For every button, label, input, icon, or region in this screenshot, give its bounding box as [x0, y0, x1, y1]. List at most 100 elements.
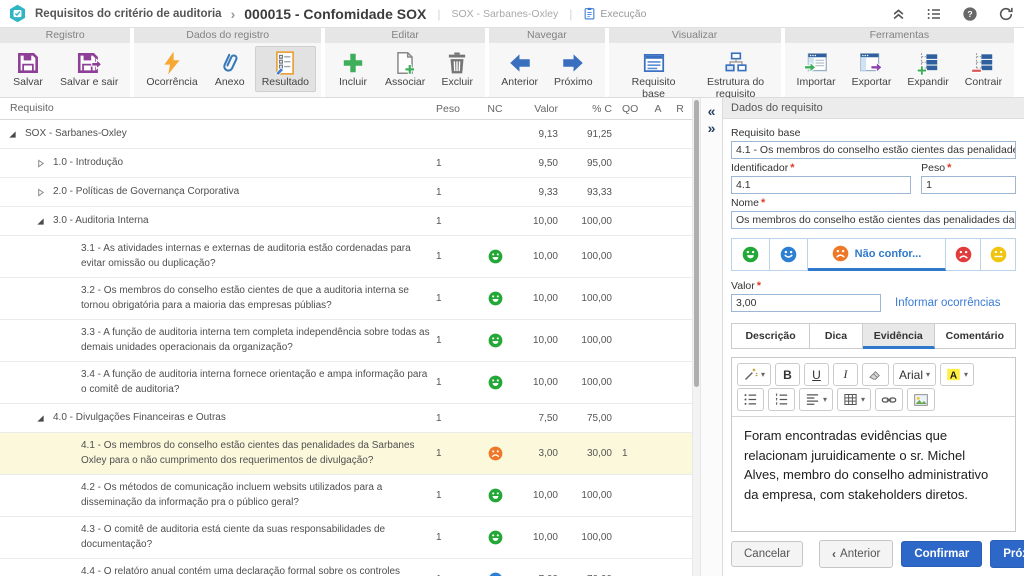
link-icon — [881, 392, 897, 408]
ribbon-button-exportar[interactable]: Exportar — [845, 46, 899, 92]
collapse-ribbon-icon[interactable] — [891, 6, 906, 21]
table-row[interactable]: 4.1 - Os membros do conselho estão cient… — [0, 433, 692, 475]
column-percent-c[interactable]: % C — [558, 103, 612, 115]
tree-collapse-icon[interactable] — [36, 414, 45, 423]
table-row[interactable]: 3.3 - A função de auditoria interna tem … — [0, 320, 692, 362]
ribbon-button-expandir[interactable]: Expandir — [900, 46, 955, 92]
informar-ocorrencias-link[interactable]: Informar ocorrências — [895, 297, 1000, 309]
table-button[interactable]: ▾ — [837, 388, 871, 411]
required-asterisk-icon: * — [757, 280, 761, 292]
tree-expand-icon[interactable] — [36, 188, 45, 197]
conformity-sad-option[interactable] — [946, 238, 981, 271]
ribbon-button-excluir[interactable]: Excluir — [434, 46, 480, 92]
conformity-neutral-option[interactable] — [981, 238, 1016, 271]
qo-value: 1 — [612, 448, 648, 459]
underline-button[interactable]: U — [804, 363, 829, 386]
table-row[interactable]: 1.0 - Introdução19,5095,00 — [0, 149, 692, 178]
previous-button[interactable]: ‹Anterior — [819, 540, 893, 568]
font-color-button[interactable]: A▾ — [940, 363, 974, 386]
tree-collapse-icon[interactable] — [8, 130, 17, 139]
image-button[interactable] — [907, 388, 935, 411]
identificador-field[interactable]: 4.1 — [731, 176, 911, 194]
eraser-button[interactable] — [862, 363, 889, 386]
bold-button[interactable]: B — [775, 363, 800, 386]
italic-button[interactable]: I — [833, 363, 858, 386]
percent-c-value: 93,33 — [558, 187, 612, 198]
tab-dica[interactable]: Dica — [810, 323, 863, 349]
column-qo[interactable]: QO — [612, 103, 648, 115]
table-row[interactable]: 3.4 - A função de auditoria interna forn… — [0, 362, 692, 404]
table-row[interactable]: 4.0 - Divulgações Financeiras e Outras17… — [0, 404, 692, 433]
peso-field[interactable]: 1 — [921, 176, 1016, 194]
tab-comentario[interactable]: Comentário — [935, 323, 1016, 349]
bullet-list-button[interactable] — [737, 388, 764, 411]
column-requisito[interactable]: Requisito — [0, 101, 436, 116]
table-row[interactable]: 4.4 - O relatóro anual contém uma declar… — [0, 559, 692, 576]
ribbon-button-anterior[interactable]: Anterior — [494, 46, 545, 92]
link-button[interactable] — [875, 388, 903, 411]
conformity-nonconform-option[interactable]: Não confor... — [808, 238, 946, 271]
magic-wand-button[interactable]: ▾ — [737, 363, 771, 386]
table-row[interactable]: SOX - Sarbanes-Oxley9,1391,25 — [0, 120, 692, 149]
collapse-panel-icon[interactable]: « — [708, 104, 716, 119]
refresh-icon[interactable] — [998, 6, 1014, 22]
confirm-button[interactable]: Confirmar — [901, 541, 982, 567]
table-row[interactable]: 3.2 - Os membros do conselho estão cient… — [0, 278, 692, 320]
peso-value: 1 — [436, 158, 478, 169]
ribbon-button-ocorrencia[interactable]: Ocorrência — [139, 46, 204, 92]
ribbon-group-label: Navegar — [489, 28, 604, 43]
ribbon-button-label: Ocorrência — [146, 77, 197, 89]
table-row[interactable]: 4.3 - O comitê de auditoria está ciente … — [0, 517, 692, 559]
ribbon-button-anexo[interactable]: Anexo — [207, 46, 253, 92]
table-row[interactable]: 4.2 - Os métodos de comunicação incluem … — [0, 475, 692, 517]
next-button[interactable]: Próximo› — [990, 540, 1024, 568]
numbered-list-button[interactable] — [768, 388, 795, 411]
table-row[interactable]: 2.0 - Políticas de Governança Corporativ… — [0, 178, 692, 207]
requisito-base-field[interactable]: 4.1 - Os membros do conselho estão cient… — [731, 141, 1016, 159]
ribbon-button-contrair[interactable]: Contrair — [958, 46, 1009, 92]
evidence-text[interactable]: Foram encontradas evidências que relacio… — [732, 417, 1015, 531]
ribbon-button-proximo[interactable]: Próximo — [547, 46, 600, 92]
conformity-smile-option[interactable] — [770, 238, 808, 271]
tab-evidencia[interactable]: Evidência — [863, 323, 935, 349]
ribbon-group-dados-do-registro: Dados do registroOcorrênciaAnexoResultad… — [134, 28, 321, 97]
ribbon-button-estrutura-do-requisito[interactable]: Estrutura do requisito — [696, 46, 776, 104]
align-button[interactable]: ▾ — [799, 388, 833, 411]
ribbon-button-importar[interactable]: Importar — [790, 46, 843, 92]
tree-collapse-icon[interactable] — [36, 217, 45, 226]
expand-panel-icon[interactable]: » — [708, 121, 716, 136]
vertical-scrollbar[interactable] — [692, 98, 700, 576]
valor-field[interactable]: 3,00 — [731, 294, 881, 312]
column-r[interactable]: R — [668, 103, 692, 115]
nome-field[interactable]: Os membros do conselho estão cientes das… — [731, 211, 1016, 229]
column-a[interactable]: A — [648, 103, 668, 115]
tab-descricao[interactable]: Descrição — [731, 323, 810, 349]
help-icon[interactable]: ? — [962, 6, 978, 22]
column-valor[interactable]: Valor — [512, 103, 558, 115]
ribbon-button-requisito-base[interactable]: Requisito base — [614, 46, 694, 104]
cancel-button[interactable]: Cancelar — [731, 541, 803, 567]
table-row[interactable]: 3.0 - Auditoria Interna110,00100,00 — [0, 207, 692, 236]
tree-expand-icon[interactable] — [36, 159, 45, 168]
ribbon-button-associar[interactable]: Associar — [378, 46, 432, 92]
table-row[interactable]: 3.1 - As atividades internas e externas … — [0, 236, 692, 278]
scrollbar-thumb[interactable] — [694, 100, 699, 387]
list-icon[interactable] — [926, 6, 942, 22]
breadcrumb[interactable]: Requisitos do critério de auditoria — [35, 8, 222, 20]
ribbon-toolbar: RegistroSalvarSalvar e sairDados do regi… — [0, 28, 1024, 98]
chevron-down-icon: ▾ — [823, 395, 827, 404]
font-family-select[interactable]: Arial▾ — [893, 363, 936, 386]
chevron-down-icon: ▾ — [964, 370, 968, 379]
conformity-grin-option[interactable] — [731, 238, 770, 271]
ribbon-button-resultado[interactable]: Resultado — [255, 46, 316, 92]
mode-label: Execução — [600, 8, 646, 20]
column-nc[interactable]: NC — [478, 103, 512, 115]
conformity-options: Não confor... — [731, 238, 1016, 271]
app-logo-icon — [8, 4, 27, 23]
column-peso[interactable]: Peso — [436, 103, 478, 115]
breadcrumb-separator: › — [230, 6, 237, 22]
required-asterisk-icon: * — [761, 197, 765, 209]
ribbon-button-salvar-e-sair[interactable]: Salvar e sair — [53, 46, 125, 92]
ribbon-button-salvar[interactable]: Salvar — [5, 46, 51, 92]
ribbon-button-incluir[interactable]: Incluir — [330, 46, 376, 92]
